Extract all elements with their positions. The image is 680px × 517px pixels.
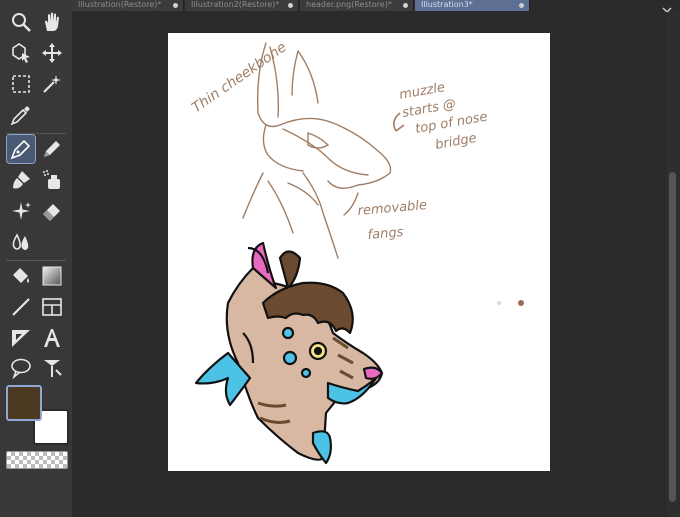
tool-palette [0, 0, 73, 517]
airbrush-tool[interactable] [38, 166, 66, 194]
brush-tool[interactable] [7, 166, 35, 194]
svg-text:bridge: bridge [434, 131, 478, 153]
sketch-layer [242, 42, 392, 259]
pencil-icon [44, 141, 60, 157]
blend-tool[interactable] [7, 228, 35, 256]
close-tab-icon[interactable] [403, 3, 408, 8]
figure-tool[interactable] [7, 293, 35, 321]
main-color-swatch[interactable] [6, 385, 42, 421]
balloon-tool[interactable] [7, 354, 35, 382]
text-tool[interactable] [38, 324, 66, 352]
svg-text:removable: removable [357, 198, 428, 219]
svg-text:fangs: fangs [367, 225, 404, 243]
pen-icon [10, 139, 31, 160]
magic-wand-icon [43, 75, 61, 93]
document-tab-bar: Illustration(Restore)* Illustration2(Res… [72, 0, 680, 14]
note-muzzle: muzzle starts @ top of nose bridge [398, 80, 489, 153]
move-layer-tool[interactable] [38, 39, 66, 67]
character-head [194, 241, 384, 465]
balloon-icon [11, 358, 31, 380]
eraser-icon [43, 204, 60, 221]
decoration-tool[interactable] [7, 197, 35, 225]
frame-icon [42, 298, 62, 316]
gradient-icon [42, 266, 62, 286]
blend-drops-icon [12, 233, 29, 250]
sparkle-icon [12, 202, 31, 220]
note-cheekbone: Thin cheekbone [189, 39, 289, 116]
airbrush-icon [43, 170, 60, 189]
scroll-thumb[interactable] [669, 172, 676, 502]
pencil-tool[interactable] [38, 135, 66, 163]
note-fangs: removable fangs [357, 198, 428, 243]
auto-select-tool[interactable] [38, 70, 66, 98]
transparent-color-swatch[interactable] [6, 451, 68, 469]
tab-label: Illustration3* [421, 0, 473, 9]
zoom-tool[interactable] [7, 8, 35, 36]
eyedropper-icon [10, 106, 30, 126]
ruler-triangle-icon [12, 330, 30, 347]
stray-dot [497, 301, 501, 305]
tab-illustration2[interactable]: Illustration2(Restore)* [185, 0, 299, 11]
handwritten-notes: Thin cheekbone [189, 39, 289, 116]
magnifier-icon [12, 13, 31, 32]
pen-tool[interactable] [6, 134, 36, 164]
frame-border-tool[interactable] [38, 293, 66, 321]
selection-tool[interactable] [7, 70, 35, 98]
correct-line-icon [44, 360, 62, 377]
tab-list-chevron-down-icon[interactable] [662, 0, 672, 14]
close-tab-icon[interactable] [288, 3, 293, 8]
gradient-tool[interactable] [38, 262, 66, 290]
fill-tool[interactable] [7, 262, 35, 290]
drawing-canvas[interactable]: Thin cheekbone muzzle starts @ top of no… [168, 33, 550, 471]
stray-dot [518, 300, 524, 306]
eraser-tool[interactable] [38, 197, 66, 225]
marquee-icon [12, 75, 30, 93]
tab-illustration3[interactable]: Illustration3* [415, 0, 530, 11]
object-arrow-icon [12, 43, 30, 63]
object-tool[interactable] [7, 39, 35, 67]
eyedropper-tool[interactable] [7, 101, 35, 129]
text-a-icon [44, 329, 60, 347]
tab-label: Illustration(Restore)* [78, 0, 162, 9]
tab-header-png[interactable]: header.png(Restore)* [300, 0, 414, 11]
tab-label: header.png(Restore)* [306, 0, 392, 9]
ruler-tool[interactable] [7, 324, 35, 352]
artwork: Thin cheekbone muzzle starts @ top of no… [189, 39, 524, 465]
tab-label: Illustration2(Restore)* [191, 0, 280, 9]
correct-line-tool[interactable] [38, 354, 66, 382]
line-icon [12, 298, 30, 316]
vertical-scrollbar[interactable] [666, 12, 680, 517]
toolbar-divider [6, 133, 66, 134]
brush-icon [13, 171, 30, 189]
tab-illustration[interactable]: Illustration(Restore)* [72, 0, 184, 11]
close-tab-icon[interactable] [173, 3, 178, 8]
toolbar-divider [6, 260, 66, 261]
close-tab-icon[interactable] [519, 3, 524, 8]
hand-tool[interactable] [38, 8, 66, 36]
move-icon [42, 43, 62, 63]
bucket-icon [13, 268, 29, 283]
hand-icon [45, 12, 59, 31]
